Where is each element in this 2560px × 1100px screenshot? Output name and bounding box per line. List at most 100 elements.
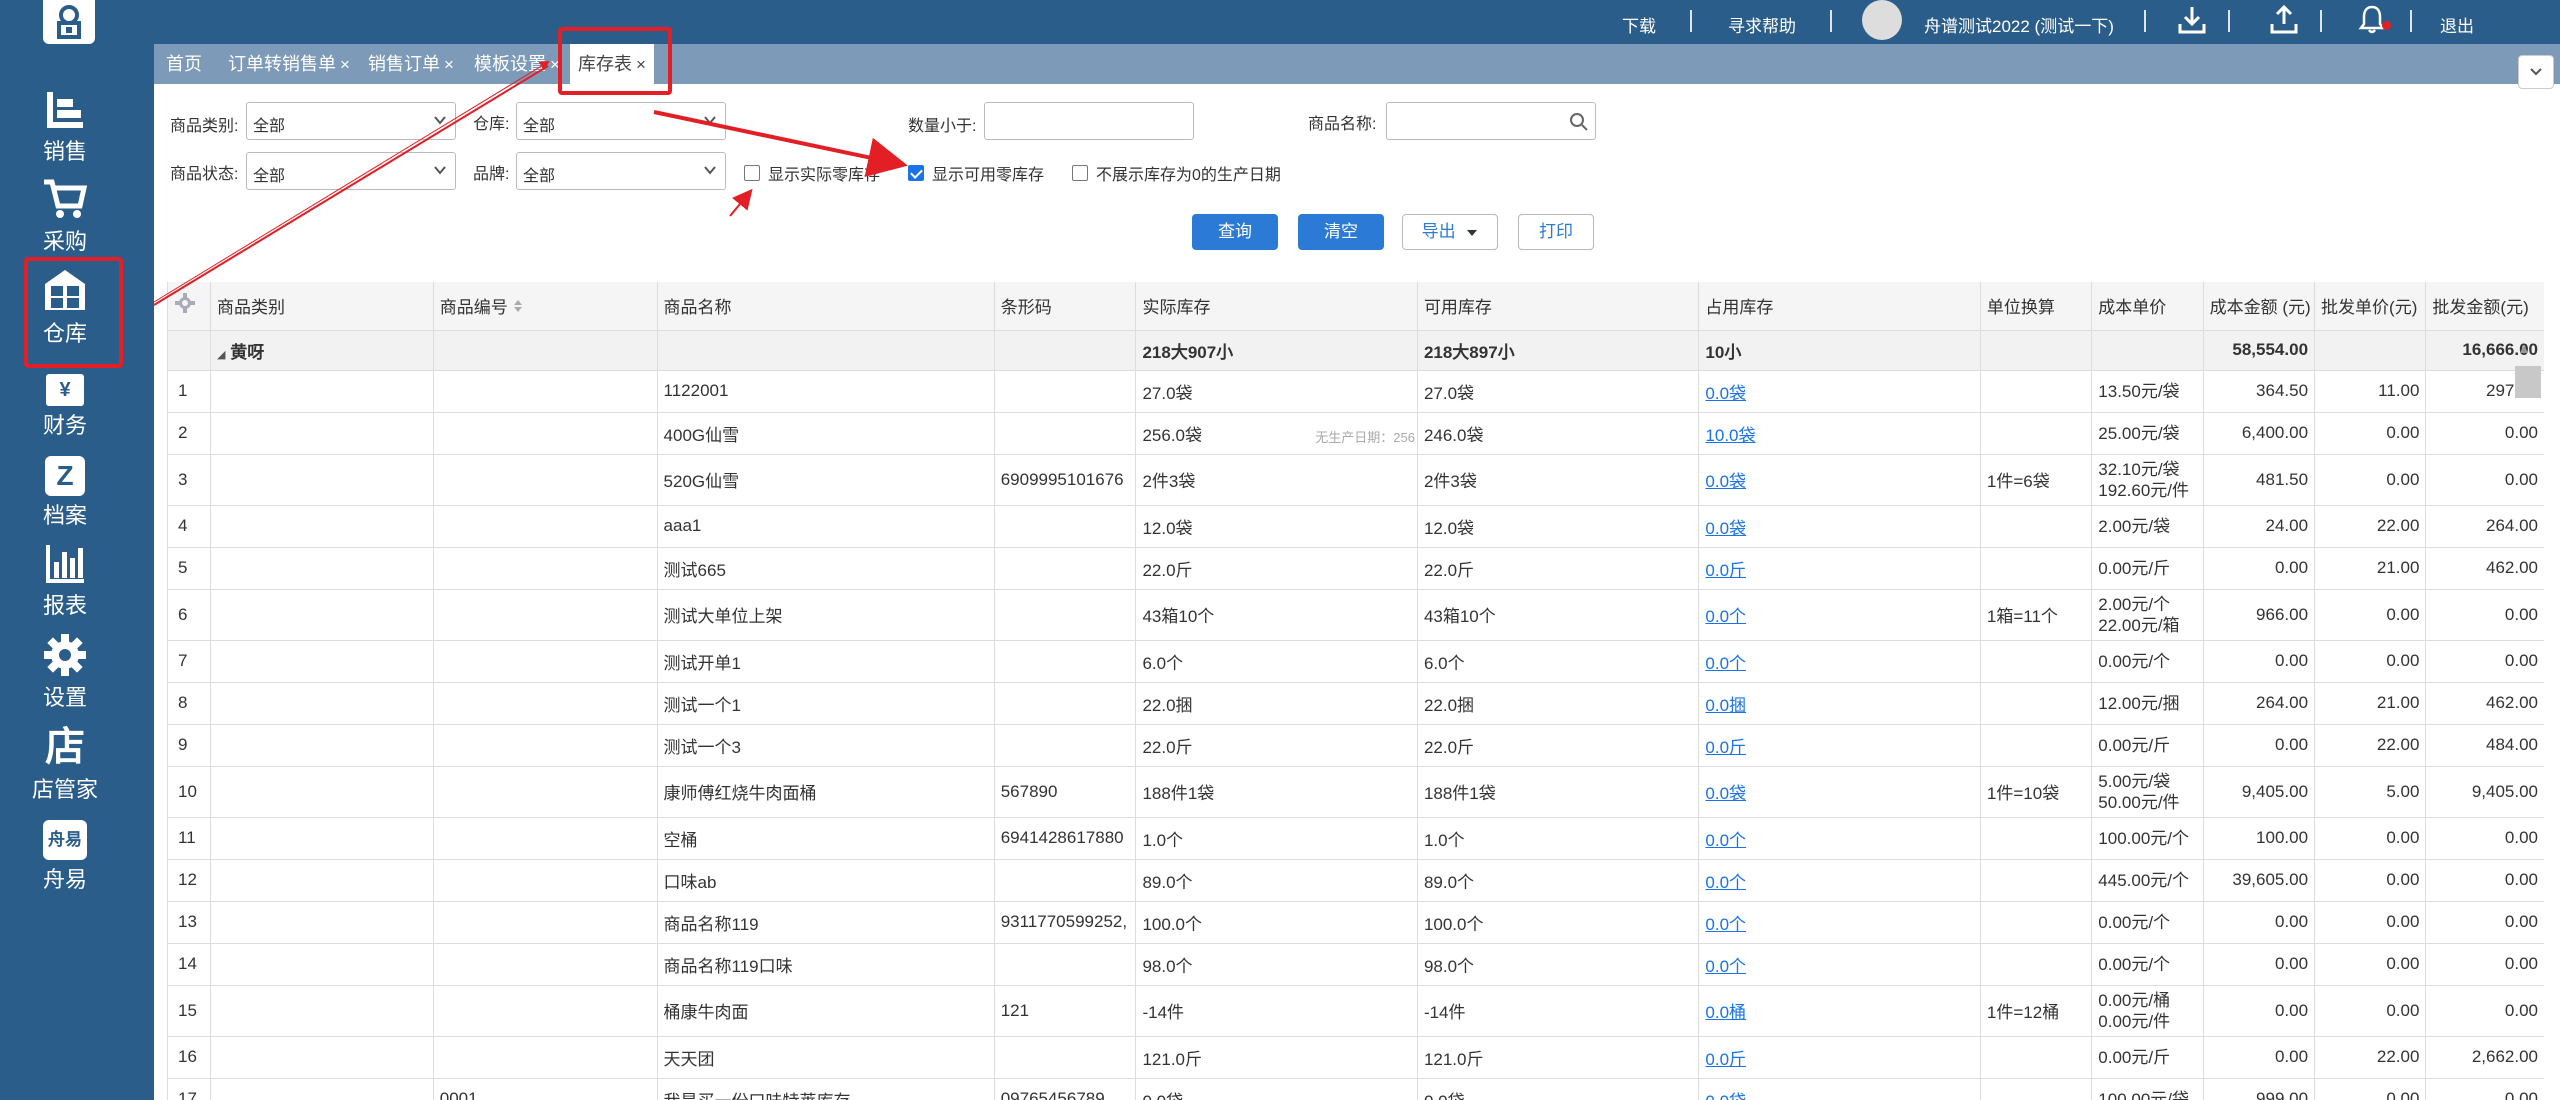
col-name[interactable]: 商品名称 <box>657 282 995 331</box>
occupied-link[interactable]: 0.0个 <box>1705 654 1746 673</box>
tab-order-to-sales[interactable]: 订单转销售单 × <box>228 44 350 84</box>
table-row[interactable]: 17 0001我是买一份口味特莱库存09765456789 0.0袋 0.0袋 0.0袋… <box>168 1078 2544 1100</box>
nav-report[interactable]: 报表 <box>0 536 130 620</box>
cell-occupied[interactable]: 0.0个 <box>1698 943 1981 986</box>
cell-occupied[interactable]: 0.0个 <box>1698 901 1981 944</box>
occupied-link[interactable]: 0.0桶 <box>1705 1003 1746 1022</box>
actual-zero-checkbox[interactable] <box>744 165 760 181</box>
help-link[interactable]: 寻求帮助 <box>1728 12 1796 37</box>
occupied-link[interactable]: 0.0斤 <box>1705 738 1746 757</box>
product-name-input[interactable] <box>1386 102 1596 140</box>
occupied-link[interactable]: 0.0袋 <box>1705 519 1746 538</box>
collapse-icon[interactable]: ◢ <box>217 349 225 361</box>
nav-purchase[interactable]: 采购 <box>0 172 130 256</box>
download-link[interactable]: 下载 <box>1622 12 1656 37</box>
cell-occupied[interactable]: 0.0袋 <box>1698 370 1981 413</box>
group-row[interactable]: ◢ 黄呀 218大907小 218大897小 10小 58,554.00 16,… <box>168 330 2544 371</box>
qty-input[interactable] <box>984 102 1194 140</box>
nav-archive[interactable]: Z 档案 <box>0 446 130 530</box>
bell-icon[interactable] <box>2358 4 2386 39</box>
cell-occupied[interactable]: 0.0斤 <box>1698 724 1981 767</box>
cell-occupied[interactable]: 0.0个 <box>1698 859 1981 902</box>
logout-link[interactable]: 退出 <box>2440 12 2474 37</box>
scroll-up-arrow[interactable]: ▲ <box>2517 340 2531 356</box>
col-code[interactable]: 商品编号 <box>433 282 658 331</box>
nav-zhouyi[interactable]: 舟易 舟易 <box>0 810 130 894</box>
table-row[interactable]: 15 桶康牛肉面 121 -14件 -14件 0.0桶 1件=12桶 0.00元/桶 0.00元… <box>168 985 2544 1037</box>
col-ws-unit[interactable]: 批发单价(元) <box>2314 282 2427 331</box>
cell-occupied[interactable]: 0.0袋 <box>1698 1078 1981 1100</box>
upload-icon[interactable] <box>2268 4 2300 41</box>
table-row[interactable]: 5 测试665 22.0斤 22.0斤 0.0斤 0.00元/斤 0.00 21.00 462.… <box>168 547 2544 590</box>
cell-occupied[interactable]: 0.0个 <box>1698 817 1981 860</box>
occupied-link[interactable]: 10.0袋 <box>1705 426 1755 445</box>
print-button[interactable]: 打印 <box>1518 214 1594 250</box>
available-zero-checkbox[interactable] <box>908 165 924 181</box>
occupied-link[interactable]: 0.0斤 <box>1705 561 1746 580</box>
table-row[interactable]: 12 口味ab 89.0个 89.0个 0.0个 445.00元/个 39,605.00 0.… <box>168 859 2544 902</box>
cell-occupied[interactable]: 0.0个 <box>1698 589 1981 641</box>
user-name[interactable]: 舟谱测试2022 (测试一下) <box>1924 12 2114 37</box>
hide-zero-date-checkbox[interactable] <box>1072 165 1088 181</box>
occupied-link[interactable]: 0.0袋 <box>1705 472 1746 491</box>
search-icon[interactable] <box>1569 112 1589 132</box>
col-actual[interactable]: 实际库存 <box>1135 282 1418 331</box>
cell-occupied[interactable]: 0.0袋 <box>1698 505 1981 548</box>
table-row[interactable]: 11 空桶 6941428617880 1.0个 1.0个 0.0个 100.00元/个 10… <box>168 817 2544 860</box>
close-icon[interactable]: × <box>340 55 350 74</box>
tab-template-settings[interactable]: 模板设置 × <box>474 44 560 84</box>
group-name-cell[interactable]: ◢ 黄呀 <box>210 330 434 371</box>
col-barcode[interactable]: 条形码 <box>994 282 1137 331</box>
table-row[interactable]: 13 商品名称119 9311770599252, 100.0个 100.0个 0.0个 0… <box>168 901 2544 944</box>
sort-icon[interactable] <box>513 299 523 313</box>
table-row[interactable]: 4 aaa1 12.0袋 12.0袋 0.0袋 2.00元/袋 24.00 22.00 264.… <box>168 505 2544 548</box>
table-row[interactable]: 6 测试大单位上架 43箱10个 43箱10个 0.0个 1箱=11个 2.00元/个 22.… <box>168 589 2544 641</box>
category-select[interactable]: 全部 <box>246 102 456 140</box>
cell-occupied[interactable]: 0.0斤 <box>1698 1036 1981 1079</box>
cell-occupied[interactable]: 0.0袋 <box>1698 766 1981 818</box>
status-select[interactable]: 全部 <box>246 152 456 190</box>
occupied-link[interactable]: 0.0个 <box>1705 831 1746 850</box>
avatar[interactable] <box>1862 0 1902 40</box>
table-row[interactable]: 1 1122001 27.0袋 27.0袋 0.0袋 13.50元/袋 364.50 11.0… <box>168 370 2544 413</box>
cell-occupied[interactable]: 0.0袋 <box>1698 454 1981 506</box>
col-category[interactable]: 商品类别 <box>210 282 434 331</box>
occupied-link[interactable]: 0.0个 <box>1705 873 1746 892</box>
nav-settings[interactable]: 设置 <box>0 628 130 712</box>
table-row[interactable]: 7 测试开单1 6.0个 6.0个 0.0个 0.00元/个 0.00 0.00 0.00 <box>168 640 2544 683</box>
nav-sales[interactable]: 销售 <box>0 82 130 166</box>
download-icon[interactable] <box>2176 4 2208 41</box>
cell-occupied[interactable]: 0.0个 <box>1698 640 1981 683</box>
col-cost-amount[interactable]: 成本金额 (元) <box>2203 282 2316 331</box>
gear-icon[interactable] <box>174 292 196 314</box>
col-cost-unit[interactable]: 成本单价 <box>2091 282 2204 331</box>
hide-zero-date-label[interactable]: 不展示库存为0的生产日期 <box>1096 161 1281 185</box>
scrollbar-thumb[interactable] <box>2515 366 2541 398</box>
tab-home[interactable]: 首页 <box>166 44 202 84</box>
col-occupied[interactable]: 占用库存 <box>1698 282 1981 331</box>
cell-occupied[interactable]: 0.0斤 <box>1698 547 1981 590</box>
table-row[interactable]: 8 测试一个1 22.0捆 22.0捆 0.0捆 12.00元/捆 264.00 21.00 4… <box>168 682 2544 725</box>
app-logo[interactable] <box>43 0 95 44</box>
clear-button[interactable]: 清空 <box>1298 214 1384 250</box>
col-available[interactable]: 可用库存 <box>1417 282 1700 331</box>
column-settings[interactable] <box>168 282 212 331</box>
col-conversion[interactable]: 单位换算 <box>1980 282 2093 331</box>
table-row[interactable]: 9 测试一个3 22.0斤 22.0斤 0.0斤 0.00元/斤 0.00 22.00 484.… <box>168 724 2544 767</box>
occupied-link[interactable]: 0.0个 <box>1705 915 1746 934</box>
tabs-dropdown-button[interactable] <box>2518 55 2554 89</box>
tab-sales-order[interactable]: 销售订单 × <box>368 44 454 84</box>
export-button[interactable]: 导出 <box>1402 214 1498 250</box>
query-button[interactable]: 查询 <box>1192 214 1278 250</box>
close-icon[interactable]: × <box>444 55 454 74</box>
cell-occupied[interactable]: 0.0捆 <box>1698 682 1981 725</box>
brand-select[interactable]: 全部 <box>516 152 726 190</box>
actual-zero-label[interactable]: 显示实际零库存 <box>768 161 880 185</box>
table-row[interactable]: 10 康师傅红烧牛肉面桶 567890 188件1袋 188件1袋 0.0袋 1件=10袋 5… <box>168 766 2544 818</box>
col-ws-amount[interactable]: 批发金额(元) <box>2425 282 2544 331</box>
table-row[interactable]: 2 400G仙雪 256.0袋 无生产日期：256 246.0袋 10.0袋 25.00元/… <box>168 412 2544 455</box>
warehouse-select[interactable]: 全部 <box>516 102 726 140</box>
occupied-link[interactable]: 0.0捆 <box>1705 696 1746 715</box>
table-row[interactable]: 14 商品名称119口味 98.0个 98.0个 0.0个 0.00元/个 0.00 0.00… <box>168 943 2544 986</box>
occupied-link[interactable]: 0.0斤 <box>1705 1050 1746 1069</box>
